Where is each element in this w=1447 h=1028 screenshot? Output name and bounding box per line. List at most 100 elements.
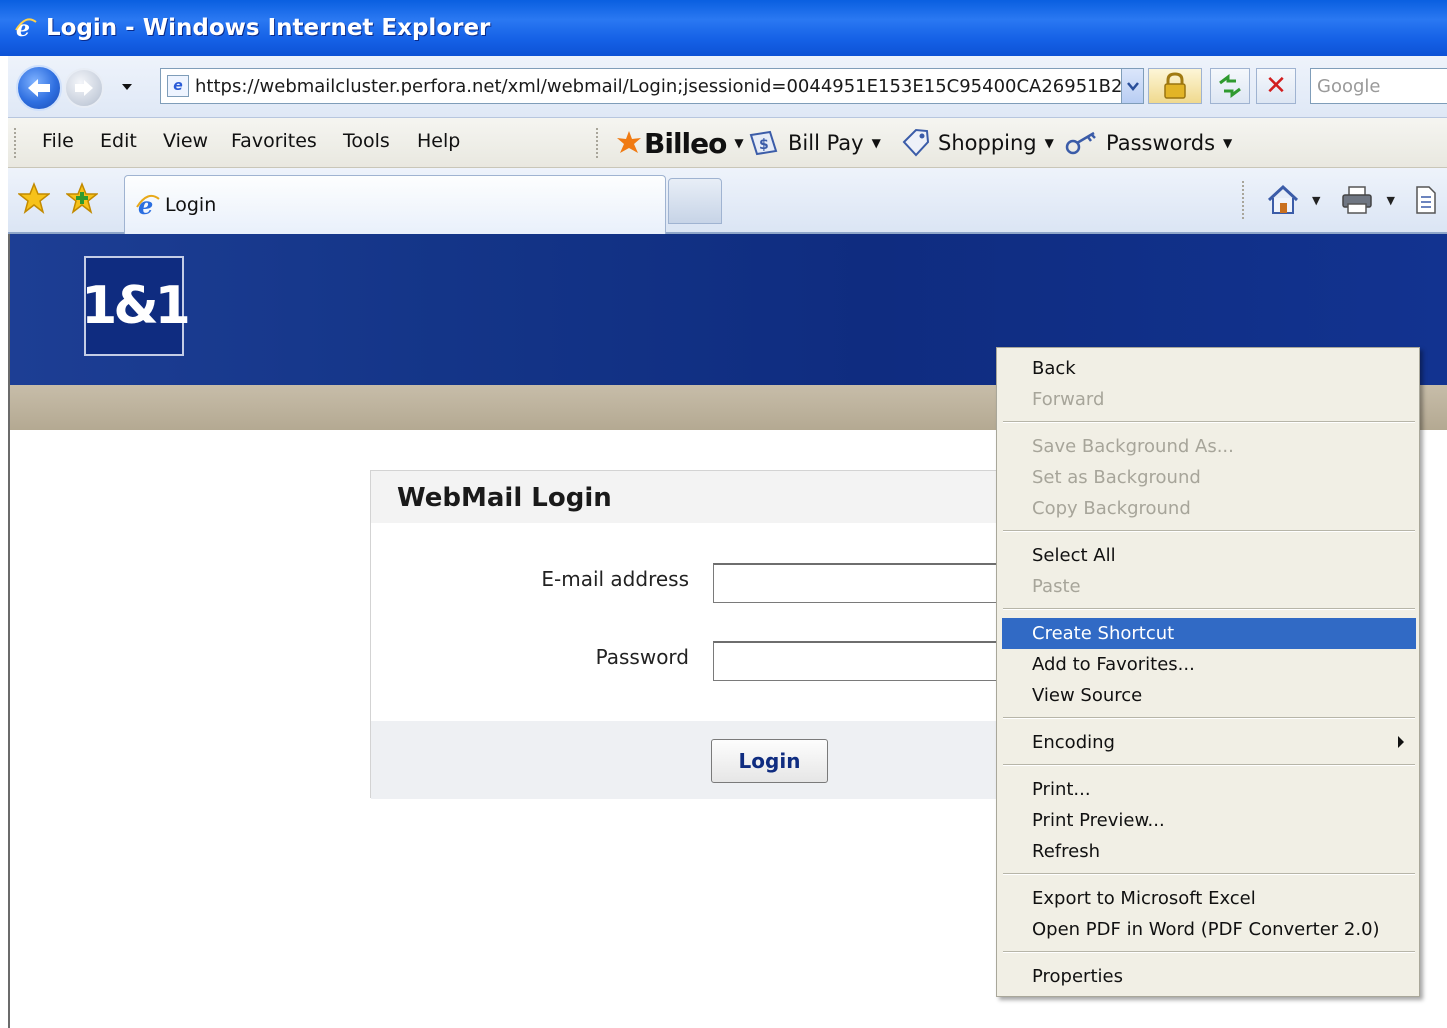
chevron-down-icon	[1126, 82, 1139, 91]
menu-separator	[1003, 717, 1415, 719]
ctx-save-background-as[interactable]: Save Background As...	[1002, 431, 1416, 462]
billeo-button[interactable]: Billeo ▼	[614, 126, 744, 160]
home-icon[interactable]	[1266, 184, 1300, 216]
chevron-down-icon[interactable]: ▼	[1312, 194, 1320, 207]
address-dropdown-button[interactable]	[1121, 69, 1143, 103]
email-label: E-mail address	[541, 567, 689, 591]
chevron-down-icon[interactable]: ▼	[1386, 194, 1394, 207]
recent-pages-dropdown-icon[interactable]	[121, 80, 133, 94]
back-arrow-icon	[28, 79, 50, 97]
menu-separator	[1003, 951, 1415, 953]
submenu-arrow-icon	[1398, 736, 1404, 748]
bill-pay-button[interactable]: $ Bill Pay ▼	[748, 126, 881, 160]
ctx-view-source[interactable]: View Source	[1002, 680, 1416, 711]
refresh-button[interactable]	[1210, 68, 1250, 104]
ie-logo-icon: e	[15, 16, 37, 40]
ctx-forward[interactable]: Forward	[1002, 384, 1416, 415]
billeo-label: Billeo	[644, 126, 727, 160]
key-icon	[1065, 131, 1096, 155]
email-field[interactable]	[713, 563, 1033, 603]
menu-separator	[1003, 421, 1415, 423]
url-text[interactable]: https://webmailcluster.perfora.net/xml/w…	[195, 76, 1121, 97]
webmail-login-box: WebMail Login E-mail address Password Lo…	[370, 470, 1033, 799]
shopping-tag-icon	[902, 128, 930, 157]
menu-favorites[interactable]: Favorites	[231, 130, 317, 152]
back-button[interactable]	[16, 65, 62, 111]
chevron-down-icon: ▼	[1223, 136, 1233, 150]
page-menu-icon[interactable]	[1415, 185, 1437, 215]
forward-button[interactable]	[64, 68, 104, 108]
chevron-down-icon: ▼	[734, 136, 744, 150]
ctx-add-to-favorites[interactable]: Add to Favorites...	[1002, 649, 1416, 680]
address-field[interactable]: e https://webmailcluster.perfora.net/xml…	[160, 68, 1144, 104]
login-box-header: WebMail Login	[371, 471, 1029, 523]
ctx-properties[interactable]: Properties	[1002, 961, 1416, 992]
ctx-copy-background[interactable]: Copy Background	[1002, 493, 1416, 524]
toolbar-grip[interactable]	[14, 128, 17, 158]
site-logo[interactable]: 1&1	[81, 256, 191, 356]
ctx-refresh[interactable]: Refresh	[1002, 836, 1416, 867]
password-label: Password	[595, 645, 689, 669]
add-favorites-icon[interactable]	[66, 182, 98, 214]
ctx-back[interactable]: Back	[1002, 353, 1416, 384]
menu-separator	[1003, 764, 1415, 766]
ie-window: e Login - Windows Internet Explorer e ht…	[0, 0, 1447, 1028]
printer-icon[interactable]	[1340, 185, 1374, 215]
password-field[interactable]	[713, 641, 1033, 681]
ctx-paste[interactable]: Paste	[1002, 571, 1416, 602]
search-input[interactable]: Google	[1310, 68, 1447, 104]
bill-pay-icon: $	[749, 130, 778, 156]
ctx-print[interactable]: Print...	[1002, 774, 1416, 805]
ctx-create-shortcut[interactable]: Create Shortcut	[1002, 618, 1416, 649]
ctx-encoding-label: Encoding	[1032, 732, 1115, 753]
ctx-set-as-background[interactable]: Set as Background	[1002, 462, 1416, 493]
ctx-encoding[interactable]: Encoding	[1002, 727, 1416, 758]
favorites-star-icon[interactable]	[18, 182, 50, 214]
login-box-footer	[371, 721, 1029, 799]
chevron-down-icon: ▼	[1044, 136, 1054, 150]
menu-view[interactable]: View	[163, 130, 208, 152]
svg-text:$: $	[759, 137, 769, 153]
bill-pay-label: Bill Pay	[788, 131, 864, 155]
login-button[interactable]: Login	[711, 739, 828, 783]
security-lock-button[interactable]	[1148, 68, 1202, 104]
menu-tools[interactable]: Tools	[343, 130, 390, 152]
close-x-icon: ✕	[1265, 71, 1287, 101]
menu-toolbar: File Edit View Favorites Tools Help Bill…	[8, 118, 1447, 168]
command-bar: ▼ ▼	[1242, 178, 1437, 222]
menu-help[interactable]: Help	[417, 130, 460, 152]
menu-file[interactable]: File	[42, 130, 74, 152]
toolbar-grip[interactable]	[1242, 181, 1244, 219]
new-tab-button[interactable]	[668, 178, 722, 224]
menu-separator	[1003, 873, 1415, 875]
menu-edit[interactable]: Edit	[100, 130, 137, 152]
ctx-open-pdf-in-word[interactable]: Open PDF in Word (PDF Converter 2.0)	[1002, 914, 1416, 945]
passwords-button[interactable]: Passwords ▼	[1064, 126, 1232, 160]
address-toolbar: e https://webmailcluster.perfora.net/xml…	[8, 56, 1447, 118]
search-placeholder: Google	[1317, 75, 1381, 97]
ctx-print-preview[interactable]: Print Preview...	[1002, 805, 1416, 836]
shopping-button[interactable]: Shopping ▼	[900, 126, 1054, 160]
chevron-down-icon: ▼	[871, 136, 881, 150]
stop-button[interactable]: ✕	[1256, 68, 1296, 104]
forward-arrow-icon	[75, 80, 93, 96]
window-title: Login - Windows Internet Explorer	[46, 15, 491, 41]
shopping-label: Shopping	[938, 131, 1037, 155]
ctx-select-all[interactable]: Select All	[1002, 540, 1416, 571]
ie-page-icon: e	[136, 192, 160, 218]
lock-icon	[1164, 72, 1186, 99]
billeo-logo-icon	[617, 131, 641, 153]
window-titlebar[interactable]: e Login - Windows Internet Explorer	[0, 0, 1447, 56]
ctx-export-to-excel[interactable]: Export to Microsoft Excel	[1002, 883, 1416, 914]
passwords-label: Passwords	[1106, 131, 1216, 155]
toolbar-grip[interactable]	[596, 128, 599, 158]
tab-login[interactable]: e Login	[124, 175, 666, 234]
menu-separator	[1003, 530, 1415, 532]
refresh-icon	[1219, 74, 1241, 98]
context-menu: Back Forward Save Background As... Set a…	[996, 347, 1420, 997]
tab-toolbar: e Login ▼ ▼	[8, 168, 1447, 234]
tab-title: Login	[165, 194, 217, 216]
page-icon: e	[167, 75, 189, 97]
menu-separator	[1003, 608, 1415, 610]
login-title: WebMail Login	[397, 483, 612, 513]
